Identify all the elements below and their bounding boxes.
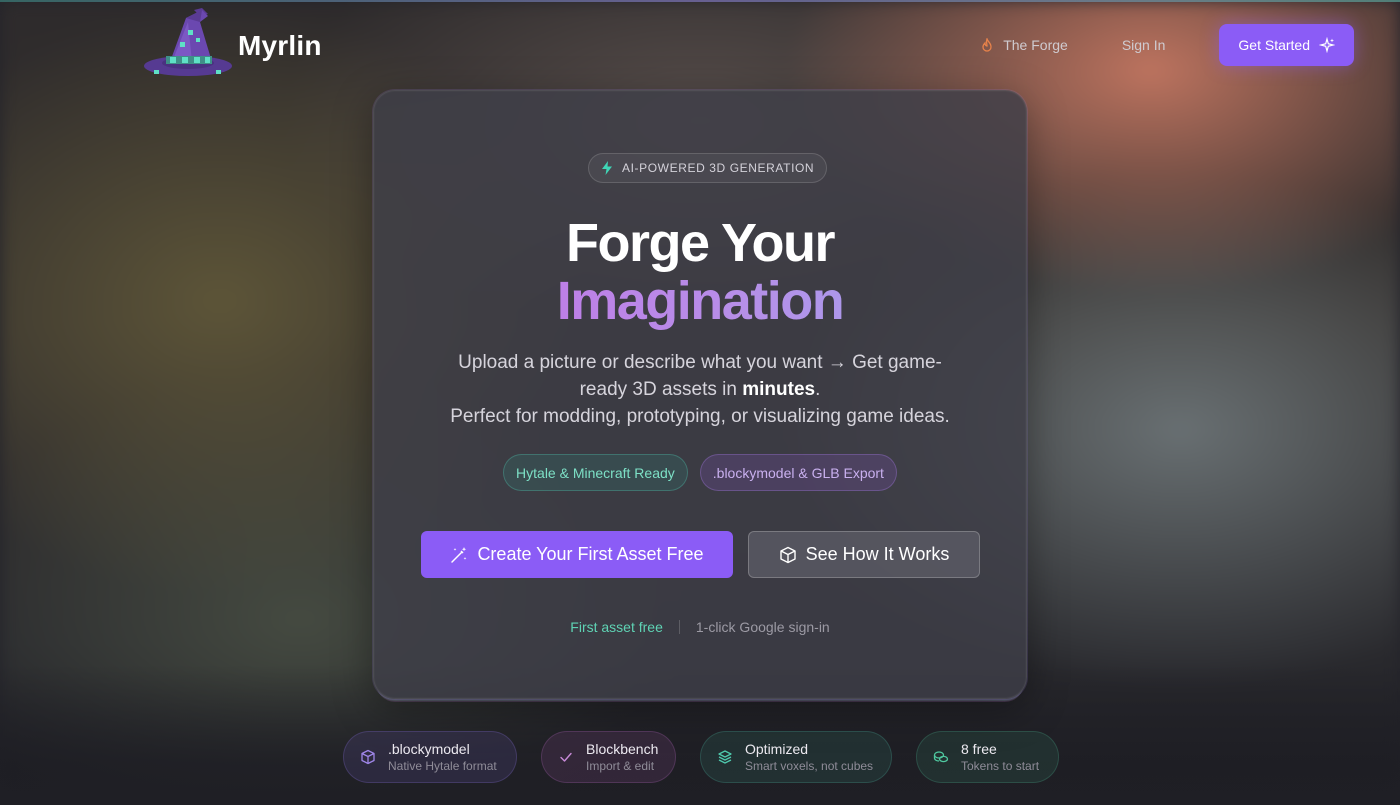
footnote-google-signin: 1-click Google sign-in <box>695 619 830 635</box>
get-started-label: Get Started <box>1238 37 1310 53</box>
ai-badge-label: AI-POWERED 3D GENERATION <box>622 161 815 175</box>
subtitle-strong: minutes <box>742 379 816 400</box>
brand-name: Myrlin <box>238 30 322 61</box>
feature-optimized-title: Optimized <box>745 740 809 757</box>
footnote-divider <box>678 620 680 634</box>
feature-blockymodel-title: .blockymodel <box>388 740 470 757</box>
wizard-hat-icon <box>144 8 232 76</box>
feature-blockymodel-subtitle: Native Hytale format <box>388 758 497 773</box>
feature-free-tokens: 8 free Tokens to start <box>916 731 1059 783</box>
get-started-button[interactable]: Get Started <box>1219 24 1354 66</box>
top-accent-line <box>0 0 1400 2</box>
coins-icon <box>933 751 949 763</box>
headline-line2: Imagination <box>374 269 1026 333</box>
hero-card: AI-POWERED 3D GENERATION Forge Your Imag… <box>373 90 1027 699</box>
feature-strip: .blockymodel Native Hytale format Blockb… <box>343 731 1059 783</box>
feature-free-tokens-title: 8 free <box>961 740 997 757</box>
nav-the-forge[interactable]: The Forge <box>980 24 1068 66</box>
hero-footnote: First asset free 1-click Google sign-in <box>374 619 1026 635</box>
ai-badge: AI-POWERED 3D GENERATION <box>588 153 828 183</box>
footnote-first-free: First asset free <box>570 619 663 635</box>
flame-icon <box>982 38 992 52</box>
layers-icon <box>718 750 732 764</box>
cube-icon <box>361 749 375 765</box>
feature-blockbench-subtitle: Import & edit <box>586 758 655 773</box>
check-icon <box>560 752 572 762</box>
feature-free-tokens-subtitle: Tokens to start <box>961 758 1040 773</box>
feature-blockymodel: .blockymodel Native Hytale format <box>343 731 517 783</box>
headline-line1: Forge Your <box>565 213 836 273</box>
subtitle-part2: . <box>815 379 821 400</box>
nav-sign-in[interactable]: Sign In <box>1122 24 1166 66</box>
sparkles-icon <box>1319 37 1335 53</box>
feature-blockbench: Blockbench Import & edit <box>541 731 676 783</box>
feature-optimized-subtitle: Smart voxels, not cubes <box>745 758 874 773</box>
see-how-it-works-button[interactable]: See How It Works <box>748 531 980 578</box>
box-icon <box>779 546 796 563</box>
see-how-it-works-label: See How It Works <box>805 544 950 564</box>
subtitle-line2: Perfect for modding, prototyping, or vis… <box>450 406 950 427</box>
nav-the-forge-label: The Forge <box>1003 37 1068 53</box>
lightning-icon <box>602 161 612 175</box>
feature-blockbench-title: Blockbench <box>586 740 659 757</box>
feature-tags: Hytale & Minecraft Ready .blockymodel & … <box>374 454 1026 491</box>
create-asset-button[interactable]: Create Your First Asset Free <box>421 531 733 578</box>
create-asset-label: Create Your First Asset Free <box>477 544 704 564</box>
tag-hytale-minecraft: Hytale & Minecraft Ready <box>503 454 688 491</box>
hero-subtitle: Upload a picture or describe what you wa… <box>438 349 962 430</box>
nav-sign-in-label: Sign In <box>1121 37 1166 53</box>
tag-export-formats: .blockymodel & GLB Export <box>699 454 897 491</box>
feature-optimized: Optimized Smart voxels, not cubes <box>700 731 892 783</box>
subtitle-part1: Upload a picture or describe what you wa… <box>458 352 942 400</box>
top-nav: The Forge Sign In Get Started <box>980 24 1354 66</box>
brand-logo[interactable]: Myrlin <box>142 4 322 80</box>
magic-wand-icon <box>451 546 467 563</box>
